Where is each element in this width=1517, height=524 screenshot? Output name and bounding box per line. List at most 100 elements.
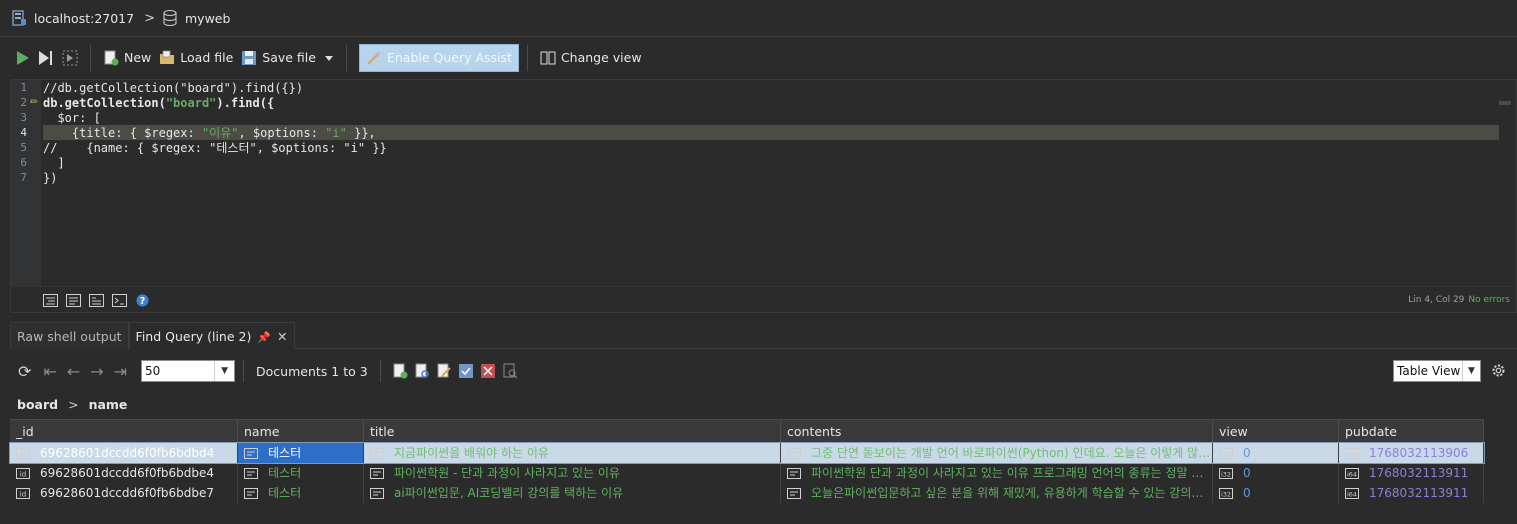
previous-page-icon[interactable]: ← bbox=[67, 362, 80, 381]
cell-contents[interactable]: 오늘은파이썬입문하고 싶은 분을 위해 재밌게, 유용하게 학습할 수 있는 강… bbox=[781, 483, 1213, 503]
cell-view[interactable]: i32 0 bbox=[1213, 483, 1339, 503]
gear-icon[interactable] bbox=[1490, 362, 1507, 379]
page-size-select[interactable]: 50 ▼ bbox=[141, 360, 236, 382]
column-header-id[interactable]: _id bbox=[10, 420, 238, 444]
svg-text:i32: i32 bbox=[1221, 470, 1231, 478]
change-view-button[interactable]: Change view bbox=[536, 44, 646, 72]
save-changes-icon[interactable] bbox=[458, 363, 474, 379]
run-button[interactable] bbox=[12, 44, 34, 72]
tab-raw-shell-output[interactable]: Raw shell output bbox=[10, 322, 129, 349]
result-toolbar: ⟳ ⇤ ← → ⇥ 50 ▼ Documents 1 to 3 Table Vi… bbox=[10, 351, 1517, 391]
table-row[interactable]: id 69628601dccdd6f0fb6bdbe4 테스터 파이썬학원 - … bbox=[10, 463, 1484, 483]
discard-changes-icon[interactable] bbox=[480, 363, 496, 379]
toolbar-divider bbox=[345, 44, 347, 71]
cell-id[interactable]: id 69628601dccdd6f0fb6bdbd4 bbox=[10, 443, 238, 463]
int64-type-icon: i64 bbox=[1345, 487, 1359, 499]
svg-text:i32: i32 bbox=[1221, 490, 1231, 498]
cell-title-value: 지금파이썬을 배워야 하는 이유 bbox=[394, 446, 549, 460]
cell-id[interactable]: id 69628601dccdd6f0fb6bdbe7 bbox=[10, 483, 238, 503]
tab-find-query[interactable]: Find Query (line 2) 📌 ✕ bbox=[128, 322, 295, 349]
breadcrumb-collection[interactable]: board bbox=[17, 397, 58, 412]
uncomment-lines-icon[interactable] bbox=[89, 293, 104, 307]
column-header-title[interactable]: title bbox=[364, 420, 781, 444]
save-file-button[interactable]: Save file bbox=[237, 44, 320, 72]
search-document-icon[interactable] bbox=[502, 363, 518, 379]
tab-label: Raw shell output bbox=[17, 329, 122, 344]
enable-query-assist-button[interactable]: Enable Query Assist bbox=[358, 43, 519, 72]
next-page-icon[interactable]: → bbox=[90, 362, 103, 381]
svg-text:i64: i64 bbox=[1347, 490, 1357, 498]
cell-view-value: 0 bbox=[1243, 486, 1251, 500]
database-name[interactable]: myweb bbox=[185, 11, 230, 26]
string-type-icon bbox=[787, 467, 801, 479]
cell-pubdate-value: 1768032113911 bbox=[1369, 466, 1469, 480]
cell-name-value: 테스터 bbox=[268, 466, 302, 480]
cell-view[interactable]: i32 0 bbox=[1213, 463, 1339, 483]
new-button[interactable]: New bbox=[99, 44, 155, 72]
connection-host[interactable]: localhost:27017 bbox=[34, 11, 134, 26]
cell-pubdate[interactable]: i64 1768032113911 bbox=[1339, 483, 1484, 503]
cell-title[interactable]: ai파이썬입문, AI코딩밸리 강의를 택하는 이유 bbox=[364, 483, 781, 503]
string-type-icon bbox=[370, 487, 384, 499]
cell-pubdate[interactable]: i64 1768032113911 bbox=[1339, 463, 1484, 483]
cell-id[interactable]: id 69628601dccdd6f0fb6bdbe4 bbox=[10, 463, 238, 483]
toolbar-divider bbox=[379, 360, 381, 382]
string-type-icon bbox=[787, 447, 801, 459]
chevron-right-icon: > bbox=[144, 10, 155, 26]
comment-lines-icon[interactable] bbox=[66, 293, 81, 307]
table-row[interactable]: id 69628601dccdd6f0fb6bdbe7 테스터 ai파이썬입문,… bbox=[10, 483, 1484, 503]
format-code-icon[interactable] bbox=[43, 293, 58, 307]
save-file-dropdown[interactable] bbox=[320, 44, 338, 72]
column-header-view[interactable]: view bbox=[1213, 420, 1339, 444]
string-type-icon bbox=[370, 467, 384, 479]
view-mode-value: Table View bbox=[1397, 364, 1461, 378]
cell-name[interactable]: 테스터 bbox=[238, 463, 364, 483]
first-page-icon[interactable]: ⇤ bbox=[43, 362, 56, 381]
save-file-label: Save file bbox=[262, 50, 316, 65]
help-icon[interactable]: ? bbox=[135, 293, 150, 307]
view-document-icon[interactable] bbox=[414, 363, 430, 379]
line-number: 2 bbox=[20, 96, 27, 109]
view-mode-select[interactable]: Table View ▼ bbox=[1393, 360, 1481, 382]
breadcrumb: board > name bbox=[17, 397, 127, 412]
pin-icon[interactable]: 📌 bbox=[257, 331, 271, 344]
code-line: db.getCollection("board").find({ bbox=[43, 96, 275, 110]
cell-contents-value: 그중 단연 돋보이는 개발 언어 바로파이썬(Python) 인데요. 오늘은 … bbox=[811, 446, 1212, 460]
step-play-icon bbox=[39, 50, 52, 65]
close-icon[interactable]: ✕ bbox=[277, 329, 287, 344]
cell-view[interactable]: i32 0 bbox=[1213, 443, 1339, 463]
code-line: $or: [ bbox=[43, 111, 101, 125]
last-page-icon[interactable]: ⇥ bbox=[114, 362, 127, 381]
code-area[interactable]: //db.getCollection("board").find({}) db.… bbox=[43, 80, 1516, 286]
run-selection-button[interactable] bbox=[58, 44, 82, 72]
refresh-icon[interactable]: ⟳ bbox=[18, 362, 31, 381]
column-header-name[interactable]: name bbox=[238, 420, 364, 444]
column-header-contents[interactable]: contents bbox=[781, 420, 1213, 444]
cell-contents[interactable]: 그중 단연 돋보이는 개발 언어 바로파이썬(Python) 인데요. 오늘은 … bbox=[781, 443, 1213, 463]
database-icon bbox=[163, 10, 177, 26]
query-editor[interactable]: 1 2 3 4 5 6 7 ✏ //db.getCollection("boar… bbox=[10, 79, 1517, 313]
breadcrumb-field[interactable]: name bbox=[89, 397, 128, 412]
cell-title[interactable]: 지금파이썬을 배워야 하는 이유 bbox=[364, 443, 781, 463]
connection-bar: localhost:27017 > myweb bbox=[0, 0, 1517, 37]
editor-status: Lin 4, Col 29 No errors bbox=[1408, 295, 1510, 305]
cell-contents[interactable]: 파이썬학원 단과 과정이 사라지고 있는 이유 프로그래밍 언어의 종류는 정말… bbox=[781, 463, 1213, 483]
load-file-button[interactable]: Load file bbox=[155, 44, 237, 72]
tab-label: Find Query (line 2) bbox=[135, 329, 252, 344]
line-number: 3 bbox=[20, 111, 27, 124]
insert-document-icon[interactable] bbox=[392, 363, 408, 379]
cell-name[interactable]: 테스터 bbox=[238, 483, 364, 503]
caret-down-icon bbox=[324, 55, 333, 61]
error-status: No errors bbox=[1468, 295, 1510, 305]
cell-title[interactable]: 파이썬학원 - 단과 과정이 사라지고 있는 이유 bbox=[364, 463, 781, 483]
edit-document-icon[interactable] bbox=[436, 363, 452, 379]
cell-name[interactable]: 테스터 bbox=[238, 443, 364, 463]
cell-pubdate[interactable]: i64 1768032113906 bbox=[1339, 443, 1484, 463]
toggle-comment-icon[interactable] bbox=[112, 293, 127, 307]
table-row[interactable]: id 69628601dccdd6f0fb6bdbd4 테스터 지금파이썬을 배… bbox=[9, 442, 1485, 464]
int32-type-icon: i32 bbox=[1219, 487, 1233, 499]
play-icon bbox=[17, 50, 29, 65]
column-header-pubdate[interactable]: pubdate bbox=[1339, 420, 1484, 444]
svg-text:i64: i64 bbox=[1347, 450, 1357, 458]
run-line-button[interactable] bbox=[34, 44, 58, 72]
